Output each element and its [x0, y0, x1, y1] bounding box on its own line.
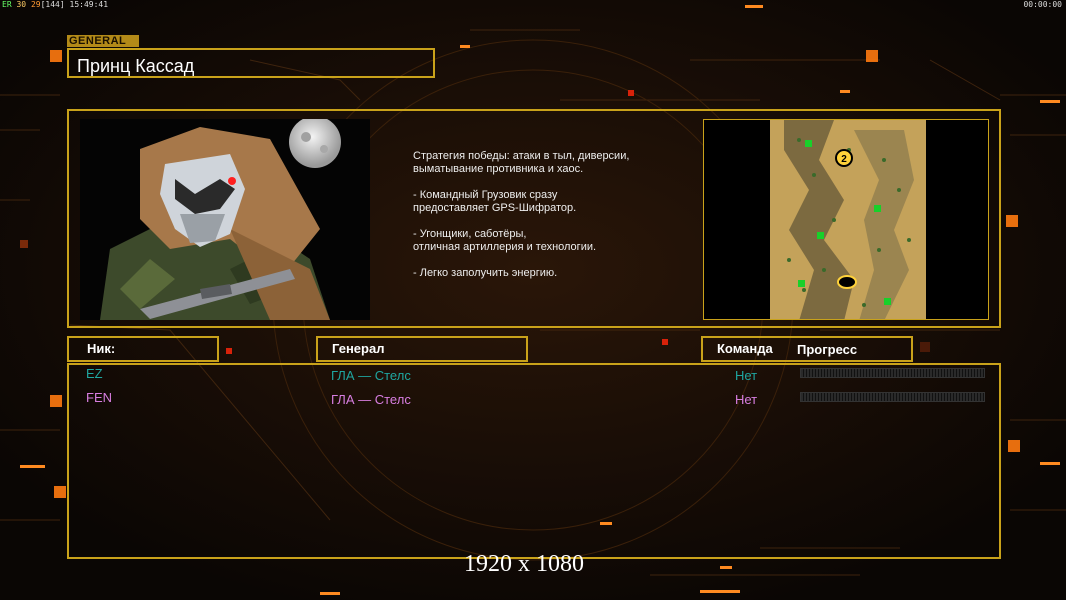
description-line: выматывание противника и хаос. — [413, 163, 584, 175]
team-header-label: Команда — [717, 341, 773, 356]
general-name-title: Принц Кассад — [77, 56, 195, 76]
nick-column-header: Ник: — [67, 336, 219, 362]
general-tag: GENERAL — [67, 35, 139, 47]
player-nick: FEN — [86, 390, 112, 405]
player-general: ГЛА — Стелс — [331, 392, 411, 407]
progress-header-label: Прогресс — [797, 342, 858, 357]
fps-readout: ER 30 29[144] 15:49:41 — [2, 0, 109, 9]
description-line: Стратегия победы: атаки в тыл, диверсии, — [413, 150, 630, 162]
general-header-label: Генерал — [332, 341, 385, 356]
general-column-header: Генерал — [316, 336, 528, 362]
map-start-position-label: 2 — [841, 154, 847, 165]
resolution-label: 1920 x 1080 — [464, 551, 584, 577]
player-progress-bar — [800, 368, 985, 378]
player-progress-bar — [800, 392, 985, 402]
strategy-description: Стратегия победы: атаки в тыл, диверсии,… — [413, 150, 683, 280]
player-nick: EZ — [86, 366, 103, 381]
description-line: - Легко заполучить энергию. — [413, 267, 558, 279]
description-line: - Командный Грузовик сразу — [413, 189, 558, 201]
clock-readout: 00:00:00 — [1023, 0, 1062, 9]
description-line: отличная артиллерия и технологии. — [413, 241, 597, 253]
nick-header-label: Ник: — [87, 341, 116, 356]
description-line: предоставляет GPS-Шифратор. — [413, 202, 577, 214]
map-preview[interactable]: 2 — [703, 119, 989, 320]
player-general: ГЛА — Стелс — [331, 368, 411, 383]
description-line — [413, 254, 683, 267]
description-line — [413, 215, 683, 228]
description-line: - Угонщики, саботёры, — [413, 228, 527, 240]
player-team: Нет — [735, 368, 758, 383]
description-line — [413, 176, 683, 189]
general-portrait — [80, 119, 370, 320]
player-team: Нет — [735, 392, 758, 407]
